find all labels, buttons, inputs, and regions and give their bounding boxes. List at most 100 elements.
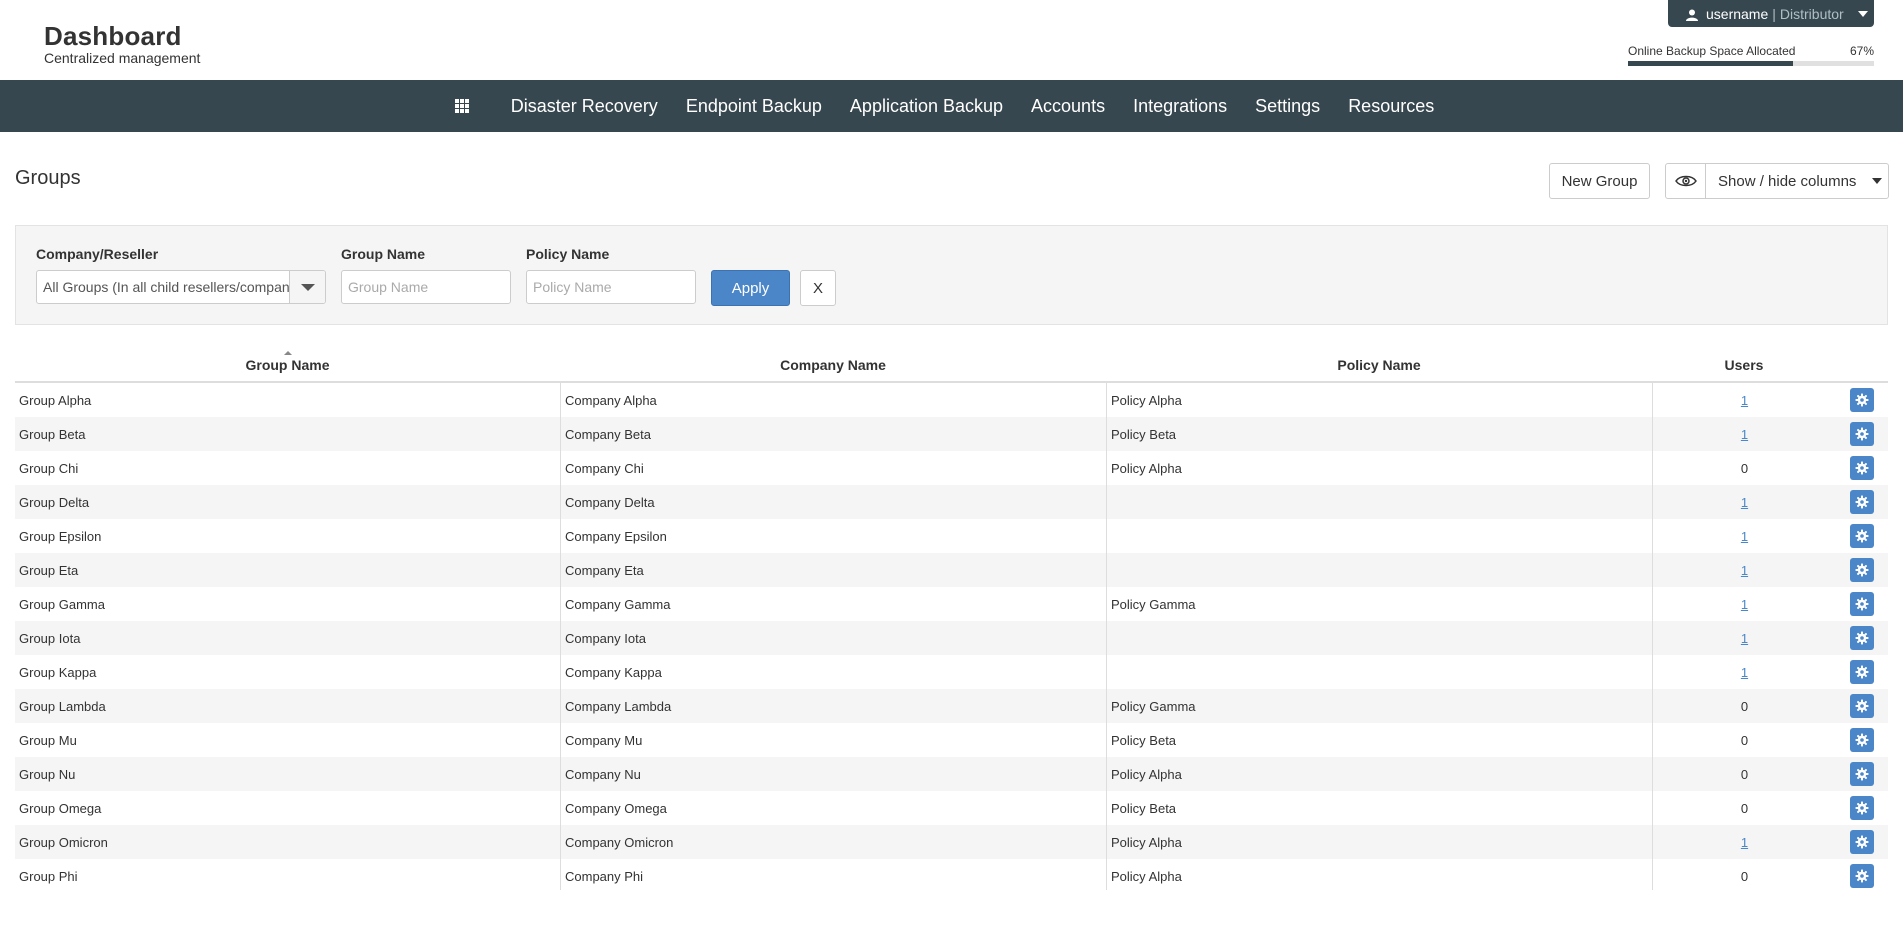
users-count-link[interactable]: 1 bbox=[1741, 529, 1748, 544]
gear-icon[interactable] bbox=[1850, 830, 1874, 854]
users-cell: 1 bbox=[1652, 655, 1836, 689]
users-cell: 1 bbox=[1652, 825, 1836, 859]
policy-name-cell bbox=[1106, 655, 1652, 689]
actions-cell bbox=[1836, 417, 1888, 451]
storage-meter: Online Backup Space Allocated 67% bbox=[1628, 44, 1874, 66]
gear-icon[interactable] bbox=[1850, 388, 1874, 412]
users-cell: 1 bbox=[1652, 553, 1836, 587]
apps-grid-icon[interactable] bbox=[454, 99, 469, 113]
users-cell: 1 bbox=[1652, 587, 1836, 621]
nav-settings[interactable]: Settings bbox=[1255, 96, 1320, 117]
company-name-cell: Company Eta bbox=[560, 553, 1106, 587]
table-row: Group Lambda Company Lambda Policy Gamma 0 bbox=[15, 689, 1888, 723]
company-name-cell: Company Kappa bbox=[560, 655, 1106, 689]
gear-icon[interactable] bbox=[1850, 626, 1874, 650]
users-count-link[interactable]: 1 bbox=[1741, 495, 1748, 510]
gear-icon[interactable] bbox=[1850, 728, 1874, 752]
users-count-link[interactable]: 1 bbox=[1741, 597, 1748, 612]
table-body: Group Alpha Company Alpha Policy Alpha 1 Gro… bbox=[15, 383, 1888, 927]
policy-name-cell bbox=[1106, 519, 1652, 553]
users-count-link[interactable]: 1 bbox=[1741, 665, 1748, 680]
company-name-cell: Company Epsilon bbox=[560, 519, 1106, 553]
group-name-cell: Group Phi bbox=[19, 868, 78, 884]
table-row: Group Beta Company Beta Policy Beta 1 bbox=[15, 417, 1888, 451]
actions-cell bbox=[1836, 383, 1888, 417]
nav-resources[interactable]: Resources bbox=[1348, 96, 1434, 117]
users-count-link[interactable]: 1 bbox=[1741, 427, 1748, 442]
nav-endpoint-backup[interactable]: Endpoint Backup bbox=[686, 96, 822, 117]
table-row: Group Iota Company Iota 1 bbox=[15, 621, 1888, 655]
gear-icon[interactable] bbox=[1850, 524, 1874, 548]
user-role: Distributor bbox=[1779, 5, 1844, 22]
sort-ascending-icon bbox=[283, 351, 292, 355]
policy-name-cell: Policy Gamma bbox=[1106, 587, 1652, 621]
table-row: Group Delta Company Delta 1 bbox=[15, 485, 1888, 519]
nav-application-backup[interactable]: Application Backup bbox=[850, 96, 1003, 117]
user-menu[interactable]: username | Distributor bbox=[1668, 0, 1874, 27]
new-group-button[interactable]: New Group bbox=[1549, 163, 1650, 199]
users-cell: 0 bbox=[1652, 723, 1836, 757]
policy-name-cell bbox=[1106, 485, 1652, 519]
company-name-cell: Company Iota bbox=[560, 621, 1106, 655]
show-hide-columns-button[interactable]: Show / hide columns bbox=[1665, 163, 1889, 199]
policy-name-cell: Policy Alpha bbox=[1106, 859, 1652, 893]
users-count-link[interactable]: 1 bbox=[1741, 393, 1748, 408]
app-subtitle: Centralized management bbox=[44, 50, 201, 66]
policy-name-cell: Policy Alpha bbox=[1106, 825, 1652, 859]
column-header-users[interactable]: Users bbox=[1652, 349, 1836, 381]
policy-name-input[interactable] bbox=[526, 270, 696, 304]
group-name-cell: Group Delta bbox=[19, 494, 90, 510]
gear-icon[interactable] bbox=[1850, 490, 1874, 514]
column-header-policy-name[interactable]: Policy Name bbox=[1106, 349, 1652, 381]
gear-icon[interactable] bbox=[1850, 796, 1874, 820]
users-cell: 1 bbox=[1652, 519, 1836, 553]
gear-icon[interactable] bbox=[1850, 558, 1874, 582]
actions-cell bbox=[1836, 553, 1888, 587]
nav-accounts[interactable]: Accounts bbox=[1031, 96, 1105, 117]
actions-cell bbox=[1836, 791, 1888, 825]
nav-integrations[interactable]: Integrations bbox=[1133, 96, 1227, 117]
group-filter-label: Group Name bbox=[341, 246, 426, 262]
gear-icon[interactable] bbox=[1850, 592, 1874, 616]
table-row: Group Kappa Company Kappa 1 bbox=[15, 655, 1888, 689]
group-name-cell: Group Gamma bbox=[19, 596, 105, 612]
table-header: Group Name Company Name Policy Name User… bbox=[15, 349, 1888, 383]
users-count-link[interactable]: 1 bbox=[1741, 563, 1748, 578]
company-filter-label: Company/Reseller bbox=[36, 246, 159, 262]
users-count-link[interactable]: 1 bbox=[1741, 631, 1748, 646]
actions-cell bbox=[1836, 519, 1888, 553]
group-name-input[interactable] bbox=[341, 270, 511, 304]
gear-icon[interactable] bbox=[1850, 762, 1874, 786]
group-name-cell: Group Lambda bbox=[19, 698, 106, 714]
gear-icon[interactable] bbox=[1850, 660, 1874, 684]
brand: Dashboard Centralized management bbox=[44, 22, 200, 66]
storage-label: Online Backup Space Allocated bbox=[1628, 44, 1796, 58]
gear-icon[interactable] bbox=[1850, 422, 1874, 446]
show-hide-columns-label: Show / hide columns bbox=[1718, 172, 1857, 190]
column-header-company-name[interactable]: Company Name bbox=[560, 349, 1106, 381]
apply-button[interactable]: Apply bbox=[711, 270, 790, 306]
users-cell: 0 bbox=[1652, 757, 1836, 791]
company-select[interactable]: All Groups (In all child resellers/compa… bbox=[36, 270, 326, 304]
company-name-cell: Company Nu bbox=[560, 757, 1106, 791]
column-header-group-name[interactable]: Group Name bbox=[15, 349, 560, 381]
main-nav: Disaster Recovery Endpoint Backup Applic… bbox=[0, 80, 1903, 132]
company-name-cell: Company Delta bbox=[560, 485, 1106, 519]
policy-name-cell: Policy Gamma bbox=[1106, 689, 1652, 723]
actions-cell bbox=[1836, 757, 1888, 791]
table-row: Group Gamma Company Gamma Policy Gamma 1 bbox=[15, 587, 1888, 621]
gear-icon[interactable] bbox=[1850, 864, 1874, 888]
storage-bar-fill bbox=[1628, 61, 1793, 66]
company-name-cell: Company Omicron bbox=[560, 825, 1106, 859]
user-icon bbox=[1686, 8, 1698, 21]
users-count: 0 bbox=[1740, 732, 1749, 748]
gear-icon[interactable] bbox=[1850, 456, 1874, 480]
clear-filters-button[interactable]: X bbox=[800, 270, 836, 306]
chevron-down-icon[interactable] bbox=[289, 271, 325, 303]
storage-bar bbox=[1628, 61, 1874, 66]
nav-disaster-recovery[interactable]: Disaster Recovery bbox=[511, 96, 658, 117]
gear-icon[interactable] bbox=[1850, 694, 1874, 718]
table-row: Group Alpha Company Alpha Policy Alpha 1 bbox=[15, 383, 1888, 417]
users-count-link[interactable]: 1 bbox=[1741, 835, 1748, 850]
users-cell: 0 bbox=[1652, 859, 1836, 893]
